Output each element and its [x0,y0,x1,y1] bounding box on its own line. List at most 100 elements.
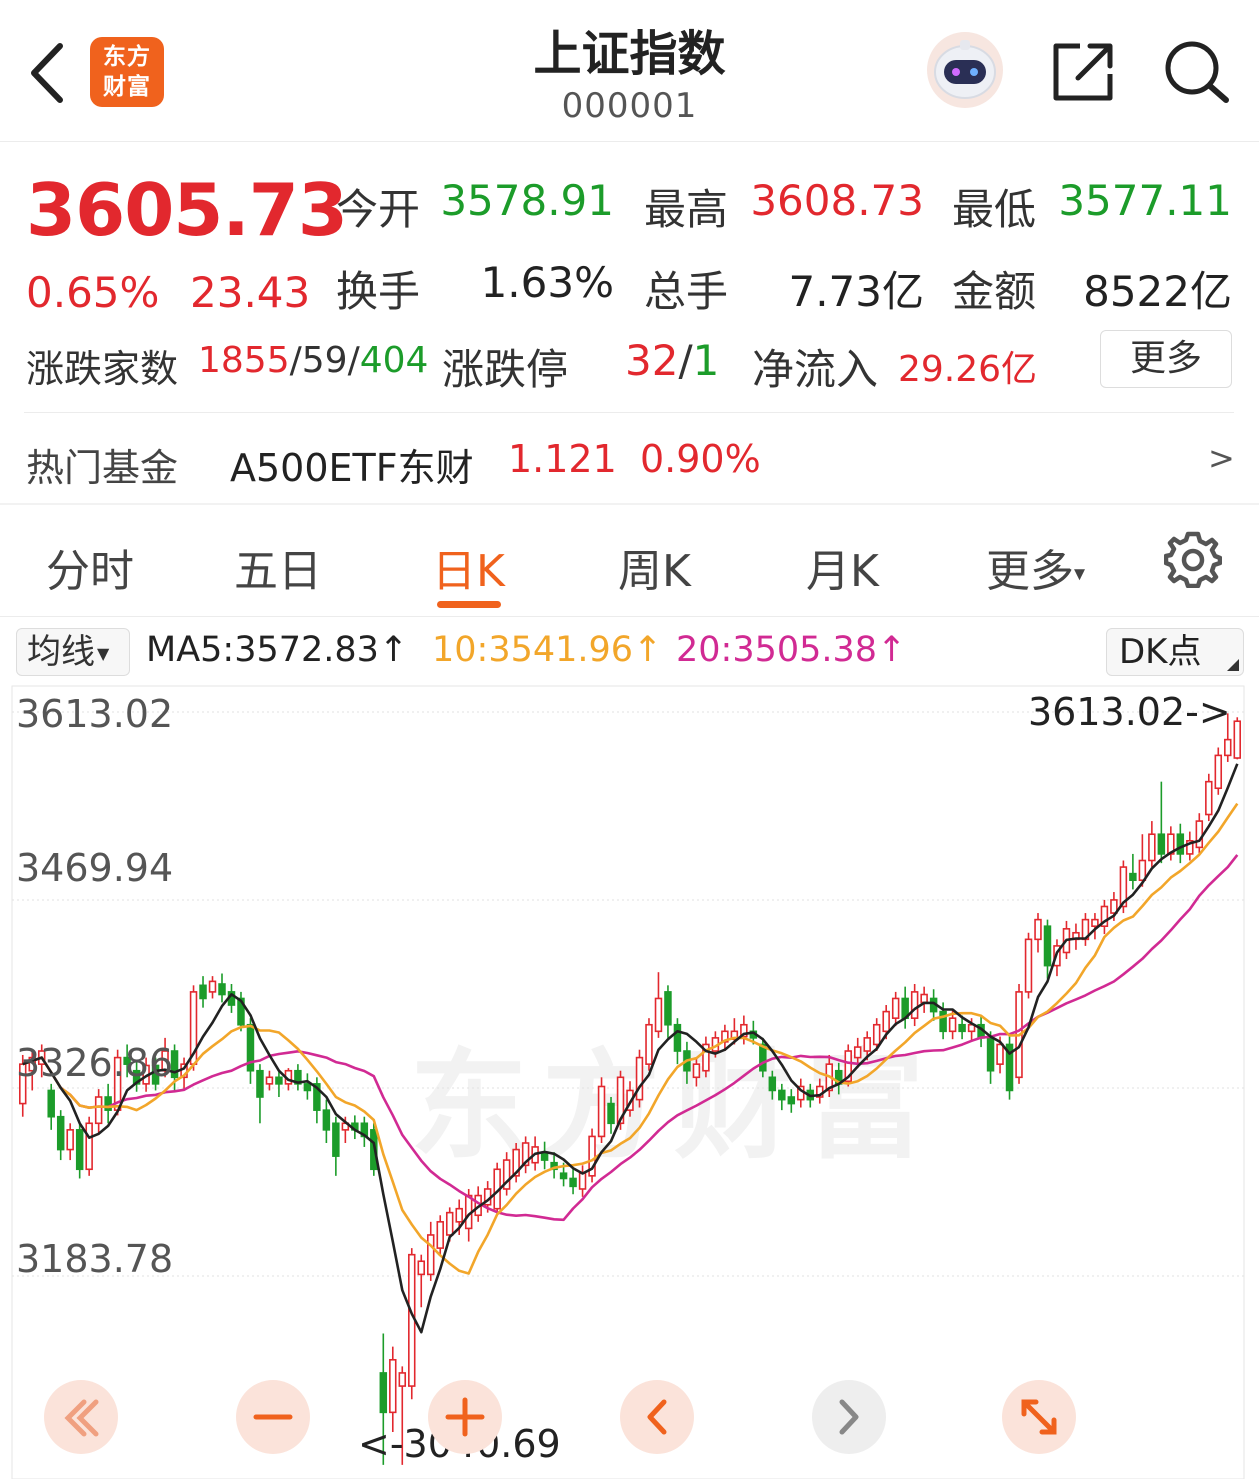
volume-label: 总手 [644,267,729,316]
candle-down [56,1115,65,1151]
limit-sep: / [678,336,693,385]
left-icon [647,1399,667,1435]
scroll-left-button[interactable] [620,1380,694,1454]
breadth-up: 1855 [198,340,290,381]
low-label: 最低 [952,185,1037,234]
candle-up [1233,720,1241,759]
amount-value: 8522亿 [1083,267,1232,316]
candle-up [208,980,217,993]
candle-down [559,1172,568,1180]
ma10-value: 10:3541.96↑ [432,630,663,670]
candle-down [569,1177,577,1188]
rewind-button[interactable] [44,1380,118,1454]
hot-fund-row[interactable]: 热门基金 A500ETF东财 1.121 0.90% > [0,413,1259,505]
candle-down [778,1089,786,1101]
open-value: 3578.91 [440,176,614,225]
candle-down [1157,833,1166,855]
y-tick-label: 3183.78 [16,1237,174,1281]
period-tabs: 分时 五日 日K 周K 月K 更多▾ [0,505,1259,617]
robot-icon[interactable] [922,30,1008,110]
candle-up [863,1037,871,1052]
ma-selector[interactable]: 均线 ▼ [16,628,130,676]
caret-down-icon: ▾ [1074,561,1086,587]
more-quote-button[interactable]: 更多 [1100,330,1232,388]
candles [19,713,1241,1465]
expand-button[interactable] [1002,1380,1076,1454]
candle-down [1043,925,1052,967]
tab-five-day[interactable]: 五日 [234,535,322,599]
candle-up [1195,820,1204,849]
low-value: 3577.11 [1058,176,1232,225]
chevron-right-icon: > [1208,439,1235,477]
amount-label: 金额 [952,267,1037,316]
dk-point-label: DK点 [1119,632,1202,672]
ma10-line [22,802,1239,1275]
candle-down [379,1372,388,1414]
candle-down [1176,833,1185,855]
candle-up [910,991,919,1019]
candle-down [1129,872,1137,882]
zoom-in-button[interactable] [428,1380,502,1454]
candle-up [996,1043,1004,1065]
dk-point-button[interactable]: DK点 [1106,628,1244,676]
search-icon[interactable] [1162,38,1230,104]
volume-value: 7.73亿 [788,267,924,316]
high-label: 最高 [644,185,729,234]
market-breadth: 1855/59/404 [198,340,428,381]
turnover-value: 1.63% [480,258,614,307]
tab-more-label: 更多 [986,546,1074,597]
candle-up [654,997,663,1033]
corner-indicator-icon [1227,659,1239,671]
candle-down [275,1076,283,1085]
candle-up [427,1234,435,1276]
turnover-label: 换手 [336,267,421,316]
candle-down [332,1122,340,1157]
candle-up [1024,938,1033,993]
tab-weekly-k[interactable]: 周K [618,535,691,599]
gear-icon[interactable] [1164,530,1222,588]
tab-monthly-k[interactable]: 月K [806,535,879,599]
candle-down [958,1023,966,1033]
tab-more[interactable]: 更多▾ [986,535,1085,599]
candle-down [303,1083,312,1092]
share-icon[interactable] [1050,40,1116,104]
candle-up [1091,918,1099,927]
hot-fund-name: A500ETF东财 [230,446,474,490]
candle-down [322,1109,331,1131]
kline-svg [11,685,1245,1479]
open-label: 今开 [336,185,421,234]
candle-up [1138,859,1147,882]
tab-intraday[interactable]: 分时 [46,535,134,599]
candle-down [607,1102,615,1125]
ma-lines [22,763,1239,1334]
candle-up [85,1122,93,1171]
net-inflow: 29.26亿 [898,349,1038,390]
hot-fund-percent: 0.90% [640,437,761,481]
caret-down-icon: ▼ [97,643,110,663]
max-price-annotation: 3613.02-> [1028,690,1231,734]
candle-up [1034,918,1042,941]
candle-up [920,993,928,1004]
candle-up [692,1063,701,1079]
high-value: 3608.73 [750,176,924,225]
hot-fund-label: 热门基金 [26,446,179,490]
candle-down [768,1076,777,1092]
zoom-in-icon [445,1397,485,1437]
candle-down [664,991,672,1026]
candle-up [398,1372,407,1387]
candle-up [1205,780,1213,816]
candle-up [1224,738,1232,757]
breadth-flat: 59 [301,340,348,381]
candle-up [853,1046,862,1059]
candle-up [265,1076,274,1085]
tab-daily-k[interactable]: 日K [432,535,505,599]
candle-up [417,1260,425,1276]
candle-down [47,1089,55,1118]
change-amount: 23.43 [190,268,311,317]
scroll-right-button[interactable] [812,1380,886,1454]
inflow-label: 净流入 [752,345,879,394]
kline-chart[interactable]: 东方财富 3613.02 3469.94 3326.86 3183.78 361… [0,684,1259,1479]
breadth-down: 404 [359,340,429,381]
zoom-out-button[interactable] [236,1380,310,1454]
right-icon [839,1399,859,1435]
